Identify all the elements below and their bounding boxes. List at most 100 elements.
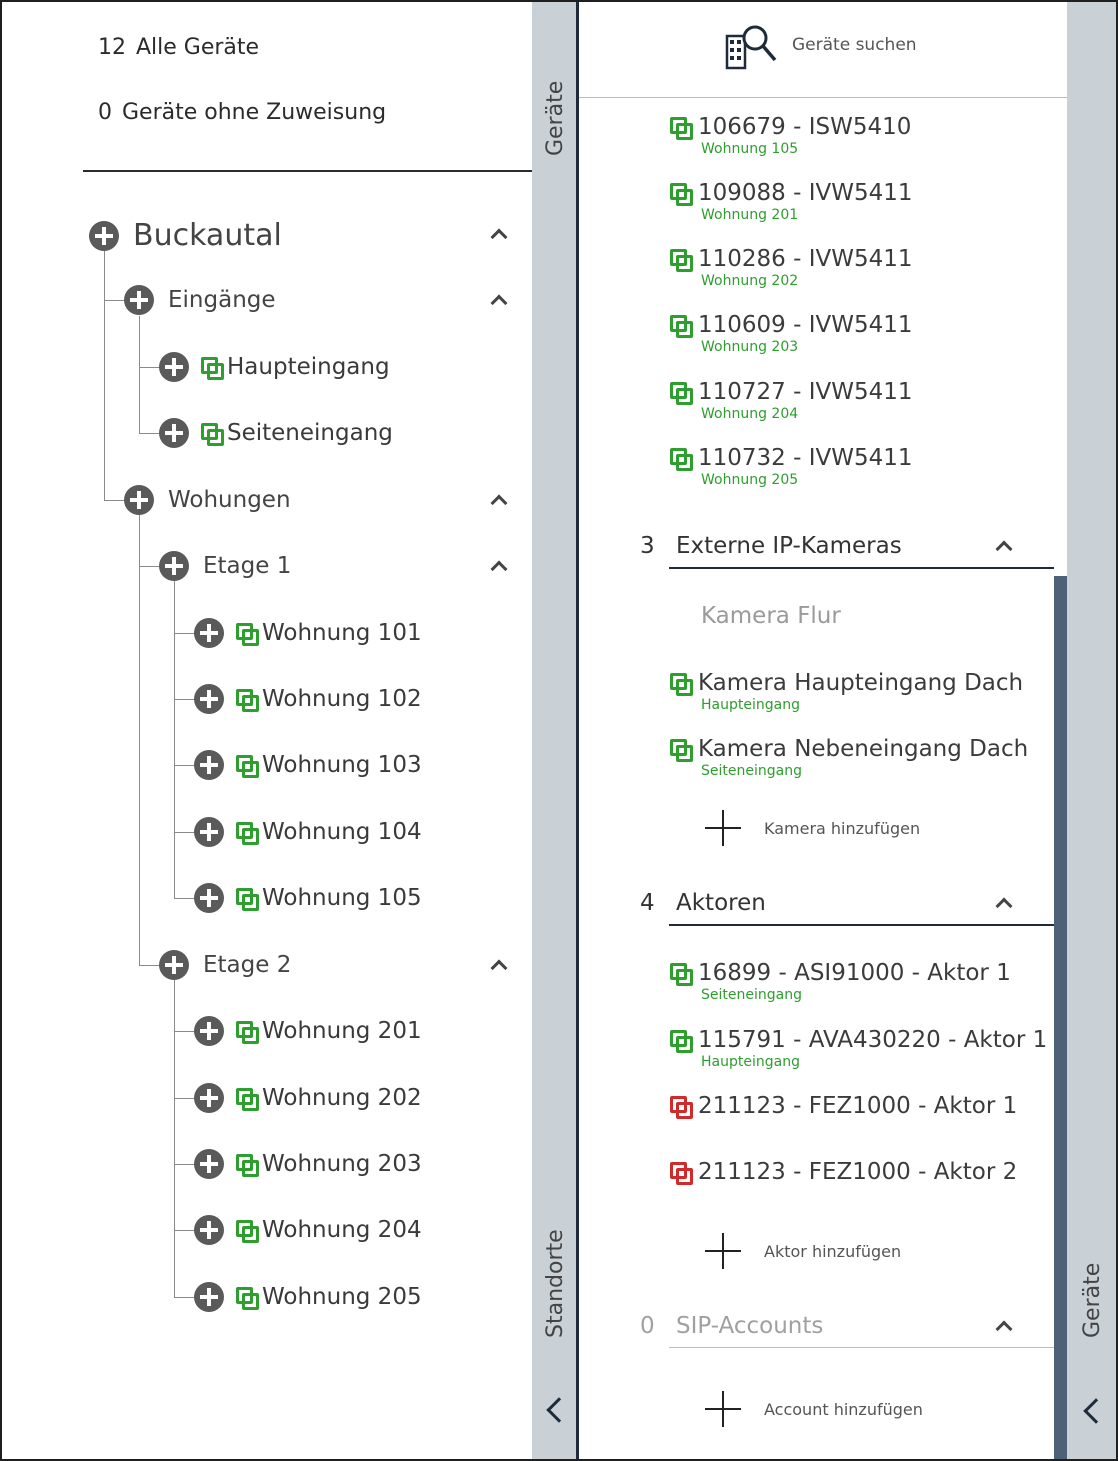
plus-circle-icon[interactable]: [194, 750, 224, 780]
tree-node-entrances[interactable]: Eingänge: [124, 285, 276, 315]
linked-icon: [236, 755, 259, 778]
plus-circle-icon[interactable]: [159, 950, 189, 980]
device-item[interactable]: 106679 - ISW5410 Wohnung 105: [670, 114, 911, 157]
tree-node-label: Etage 1: [203, 553, 292, 579]
chevron-up-icon[interactable]: [490, 560, 508, 578]
camera-location: Haupteingang: [701, 697, 800, 713]
plus-circle-icon[interactable]: [194, 684, 224, 714]
plus-circle-icon[interactable]: [194, 618, 224, 648]
device-search-button[interactable]: Geräte suchen: [579, 2, 1067, 98]
add-actor-button[interactable]: Aktor hinzufügen: [705, 1233, 901, 1269]
locations-tab[interactable]: Standorte: [532, 172, 576, 1459]
plus-circle-icon[interactable]: [194, 817, 224, 847]
devices-tab-left[interactable]: Geräte: [532, 2, 576, 172]
add-camera-label: Kamera hinzufügen: [764, 818, 921, 838]
section-count: 3: [640, 533, 655, 559]
linked-icon: [236, 1220, 259, 1243]
plus-circle-icon[interactable]: [194, 1083, 224, 1113]
plus-icon: [705, 1233, 741, 1269]
camera-item[interactable]: Kamera Haupteingang Dach Haupteingang: [670, 670, 1023, 713]
tree-node-root[interactable]: Buckautal: [89, 218, 282, 253]
linked-icon: [236, 1154, 259, 1177]
device-name: 109088 - IVW5411: [698, 180, 913, 206]
linked-icon: [670, 183, 693, 206]
plus-circle-icon[interactable]: [124, 485, 154, 515]
tree-line: [174, 699, 196, 700]
chevron-left-icon[interactable]: [546, 1397, 572, 1423]
scrollbar[interactable]: [1054, 576, 1067, 1459]
devices-tab-right[interactable]: Geräte: [1067, 2, 1116, 1459]
tree-line: [139, 965, 161, 966]
tree-node-apartment[interactable]: Wohnung 204: [194, 1215, 422, 1245]
actor-item[interactable]: 115791 - AVA430220 - Aktor 1 Haupteingan…: [670, 1027, 1047, 1070]
tree-node-apartment[interactable]: Wohnung 105: [194, 883, 422, 913]
tree-node-apartment[interactable]: Wohnung 101: [194, 618, 422, 648]
plus-circle-icon[interactable]: [194, 883, 224, 913]
tree-node-apartment[interactable]: Wohnung 205: [194, 1282, 422, 1312]
linked-icon: [670, 673, 693, 696]
tree-node-label: Eingänge: [168, 287, 276, 313]
tree-node-apartment[interactable]: Wohnung 103: [194, 750, 422, 780]
unlinked-error-icon: [670, 1096, 693, 1119]
tree-node-apartment[interactable]: Wohnung 203: [194, 1149, 422, 1179]
tree-node-apartment[interactable]: Wohnung 102: [194, 684, 422, 714]
device-item[interactable]: 110609 - IVW5411 Wohnung 203: [670, 312, 913, 355]
tree-node-apartments[interactable]: Wohungen: [124, 485, 291, 515]
tree-node-side-entrance[interactable]: Seiteneingang: [159, 418, 393, 448]
device-item[interactable]: 110732 - IVW5411 Wohnung 205: [670, 445, 913, 488]
linked-icon: [670, 315, 693, 338]
actor-item[interactable]: 211123 - FEZ1000 - Aktor 2: [670, 1159, 1017, 1185]
chevron-up-icon[interactable]: [490, 228, 508, 246]
linked-icon: [236, 623, 259, 646]
section-title: Externe IP-Kameras: [676, 533, 902, 559]
chevron-up-icon[interactable]: [490, 294, 508, 312]
tree-line: [139, 515, 140, 965]
chevron-up-icon[interactable]: [490, 959, 508, 977]
actor-name: 211123 - FEZ1000 - Aktor 1: [698, 1093, 1018, 1119]
actor-item[interactable]: 16899 - ASI91000 - Aktor 1 Seiteneingang: [670, 960, 1011, 1003]
tree-node-main-entrance[interactable]: Haupteingang: [159, 352, 390, 382]
add-actor-label: Aktor hinzufügen: [764, 1241, 902, 1261]
section-title: Aktoren: [676, 890, 766, 916]
actor-item[interactable]: 211123 - FEZ1000 - Aktor 1: [670, 1093, 1017, 1119]
linked-icon: [670, 382, 693, 405]
add-account-button[interactable]: Account hinzufügen: [705, 1391, 923, 1427]
tree-node-apartment[interactable]: Wohnung 202: [194, 1083, 422, 1113]
chevron-up-icon[interactable]: [490, 494, 508, 512]
tree-line: [174, 980, 175, 1297]
camera-name: Kamera Haupteingang Dach: [698, 670, 1024, 696]
tree-line: [139, 367, 161, 368]
tree-node-apartment[interactable]: Wohnung 104: [194, 817, 422, 847]
device-item[interactable]: 109088 - IVW5411 Wohnung 201: [670, 180, 913, 223]
tree-node-floor-2[interactable]: Etage 2: [159, 950, 291, 980]
plus-circle-icon[interactable]: [159, 352, 189, 382]
tree-line: [174, 633, 196, 634]
tree-node-floor-1[interactable]: Etage 1: [159, 551, 291, 581]
plus-circle-icon[interactable]: [194, 1215, 224, 1245]
tree-line: [174, 1164, 196, 1165]
tree-node-label: Wohnung 201: [262, 1018, 422, 1044]
tree-line: [104, 300, 126, 301]
camera-item[interactable]: Kamera Flur: [701, 603, 841, 629]
tree-node-label: Wohnung 102: [262, 686, 422, 712]
plus-circle-icon[interactable]: [89, 220, 119, 251]
plus-circle-icon[interactable]: [124, 285, 154, 315]
add-camera-button[interactable]: Kamera hinzufügen: [705, 810, 920, 846]
camera-item[interactable]: Kamera Nebeneingang Dach Seiteneingang: [670, 736, 1028, 779]
plus-circle-icon[interactable]: [159, 551, 189, 581]
plus-circle-icon[interactable]: [159, 418, 189, 448]
tree-node-apartment[interactable]: Wohnung 201: [194, 1016, 422, 1046]
plus-circle-icon[interactable]: [194, 1282, 224, 1312]
actor-name: 115791 - AVA430220 - Aktor 1: [698, 1027, 1048, 1053]
chevron-left-icon[interactable]: [1083, 1398, 1109, 1424]
plus-circle-icon[interactable]: [194, 1149, 224, 1179]
linked-icon: [670, 249, 693, 272]
device-item[interactable]: 110727 - IVW5411 Wohnung 204: [670, 379, 913, 422]
plus-circle-icon[interactable]: [194, 1016, 224, 1046]
device-item[interactable]: 110286 - IVW5411 Wohnung 202: [670, 246, 913, 289]
device-name: 110609 - IVW5411: [698, 312, 913, 338]
linked-icon: [670, 448, 693, 471]
linked-icon: [236, 1287, 259, 1310]
device-name: 110727 - IVW5411: [698, 379, 913, 405]
tree-line: [139, 316, 140, 434]
